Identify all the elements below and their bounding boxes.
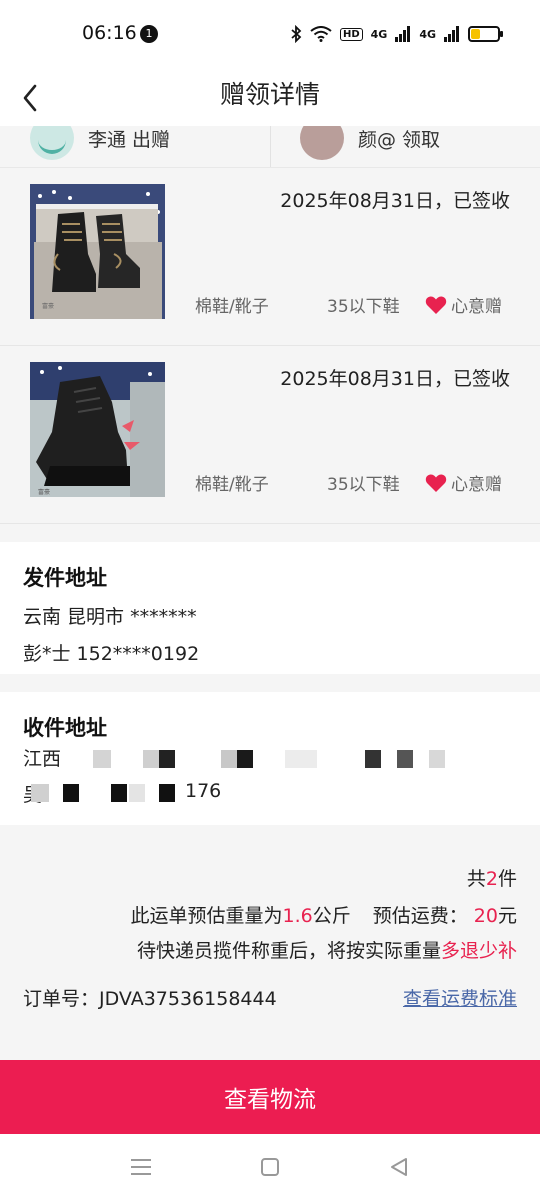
battery-icon [468,26,503,42]
view-logistics-button[interactable]: 查看物流 [0,1060,540,1134]
receiver-line-1: 江西 [23,748,503,770]
network-4g-b: 4G [419,27,436,41]
item-count-value: 2 [485,868,498,890]
order-row: 订单号：JDVA37536158444 查看运费标准 [23,984,517,1011]
item-date-status: 2025年08月31日，已签收 [280,368,510,390]
item-count: 共2件 [466,868,517,890]
item-size: 35以下鞋 [327,297,400,317]
network-4g-a: 4G [370,27,388,41]
weight-value: 1.6 [282,905,313,927]
bluetooth-icon [291,25,302,43]
receiver[interactable]: 颜@ 领取 [300,126,441,167]
status-time: 06:16 [82,22,137,44]
fee-standard-link[interactable]: 查看运费标准 [403,984,517,1011]
item-photo: 富豪 [30,362,165,497]
sender-contact: 彭*士 152****0192 [23,643,200,665]
order-number: 订单号：JDVA37536158444 [23,988,277,1010]
participants-row: 李通 出赠 颜@ 领取 [0,126,540,168]
receiver-name: 颜@ 领取 [358,128,441,151]
receiver-avatar [300,126,344,160]
receiver-line-2-suffix: 176 [185,780,222,802]
sender-address-title: 发件地址 [23,566,107,590]
status-icons: HD 4G 4G [290,24,503,44]
weight-fee-line: 此运单预估重量为1.6公斤 预估运费： 20元 [130,905,517,927]
item-category: 棉鞋/靴子 [195,297,269,317]
item-tag-label: 心意赠 [451,475,502,495]
item-meta: 棉鞋/靴子 35以下鞋 心意赠 [195,470,510,495]
receiver-line-1-text: 江西 [23,748,62,770]
page-title: 赠领详情 [219,80,320,109]
giver-avatar [30,126,74,160]
item-category: 棉鞋/靴子 [195,475,269,495]
hd-indicator: HD [339,27,363,41]
signal-a-icon [395,26,411,42]
fee-value: 20 [473,905,498,927]
wifi-icon [310,26,332,42]
back-nav-icon[interactable] [386,1154,412,1180]
menu-icon[interactable] [128,1154,154,1180]
gift-item[interactable]: 富豪 2025年08月31日，已签收 棉鞋/靴子 35以下鞋 心意赠 [0,168,540,346]
item-tag: 心意赠 [425,470,502,495]
item-tag-label: 心意赠 [451,297,502,317]
top-header: 赠领详情 [0,66,540,126]
notification-count-badge: 1 [140,25,158,43]
svg-text:富豪: 富豪 [42,302,54,310]
svg-text:富豪: 富豪 [38,488,50,496]
giver-name: 李通 出赠 [88,128,171,151]
giver[interactable]: 李通 出赠 [30,126,171,167]
shipping-summary: 共2件 此运单预估重量为1.6公斤 预估运费： 20元 待快递员揽件称重后，将按实际… [0,826,540,1060]
item-photo: 富豪 [30,184,165,319]
receiver-line-2: 吴 176 [23,780,503,806]
item-date-status: 2025年08月31日，已签收 [280,190,510,212]
item-tag: 心意赠 [425,292,502,317]
signal-b-icon [444,26,459,42]
heart-icon [425,295,447,314]
receiver-address-card: 收件地址 江西 吴 176 [0,692,540,825]
item-meta: 棉鞋/靴子 35以下鞋 心意赠 [195,292,510,317]
receiver-address-title: 收件地址 [23,716,107,740]
system-nav-bar [0,1134,540,1200]
sender-region: 云南 昆明市 ******* [23,606,197,628]
status-bar: 06:16 1 HD 4G 4G [0,0,540,66]
home-icon[interactable] [257,1154,283,1180]
divider [270,126,271,167]
sender-address-card: 发件地址 云南 昆明市 ******* 彭*士 152****0192 [0,542,540,674]
gift-item[interactable]: 富豪 2025年08月31日，已签收 棉鞋/靴子 35以下鞋 心意赠 [0,346,540,524]
item-size: 35以下鞋 [327,475,400,495]
weight-note: 待快递员揽件称重后，将按实际重量多退少补 [136,940,517,962]
heart-icon [425,473,447,492]
